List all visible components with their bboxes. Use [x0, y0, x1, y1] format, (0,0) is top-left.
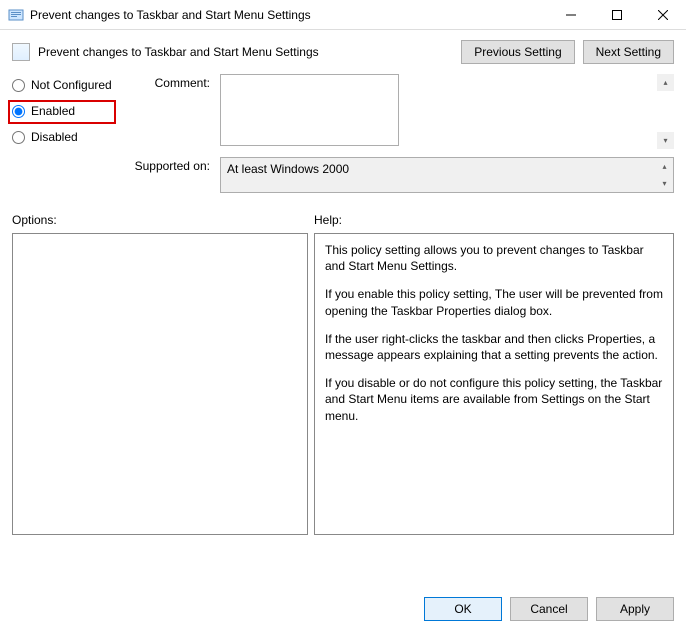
- supported-label: Supported on:: [132, 157, 220, 173]
- radio-not-configured[interactable]: Not Configured: [12, 78, 132, 92]
- window-title: Prevent changes to Taskbar and Start Men…: [30, 8, 548, 22]
- state-radio-group: Not Configured Enabled Disabled: [12, 74, 132, 156]
- radio-disabled[interactable]: Disabled: [12, 130, 132, 144]
- panels-header: Options: Help:: [0, 201, 686, 233]
- options-label: Options:: [12, 213, 314, 227]
- panels: This policy setting allows you to preven…: [0, 233, 686, 535]
- comment-label: Comment:: [132, 74, 220, 90]
- supported-on-value: At least Windows 2000 ▴ ▾: [220, 157, 674, 193]
- setting-icon: [12, 43, 30, 61]
- radio-disabled-input[interactable]: [12, 131, 25, 144]
- help-label: Help:: [314, 213, 674, 227]
- help-paragraph: If the user right-clicks the taskbar and…: [325, 331, 663, 363]
- radio-enabled-label[interactable]: Enabled: [31, 104, 75, 118]
- setting-title: Prevent changes to Taskbar and Start Men…: [38, 45, 461, 59]
- apply-button[interactable]: Apply: [596, 597, 674, 621]
- radio-enabled-input[interactable]: [12, 105, 25, 118]
- nav-buttons: Previous Setting Next Setting: [461, 40, 674, 64]
- supported-on-text: At least Windows 2000: [227, 162, 349, 176]
- config-area: Not Configured Enabled Disabled Comment:…: [0, 70, 686, 201]
- help-panel: This policy setting allows you to preven…: [314, 233, 674, 535]
- cancel-button[interactable]: Cancel: [510, 597, 588, 621]
- help-paragraph: This policy setting allows you to preven…: [325, 242, 663, 274]
- scroll-down-icon: ▾: [656, 175, 673, 192]
- radio-disabled-label[interactable]: Disabled: [31, 130, 78, 144]
- dialog-header: Prevent changes to Taskbar and Start Men…: [0, 30, 686, 70]
- radio-not-configured-input[interactable]: [12, 79, 25, 92]
- options-panel: [12, 233, 308, 535]
- previous-setting-button[interactable]: Previous Setting: [461, 40, 574, 64]
- help-paragraph: If you disable or do not configure this …: [325, 375, 663, 424]
- policy-icon: [8, 7, 24, 23]
- window-controls: [548, 0, 686, 29]
- scroll-down-icon: ▾: [657, 132, 674, 149]
- scroll-up-icon: ▴: [656, 158, 673, 175]
- scroll-up-icon: ▴: [657, 74, 674, 91]
- help-paragraph: If you enable this policy setting, The u…: [325, 286, 663, 318]
- next-setting-button[interactable]: Next Setting: [583, 40, 674, 64]
- dialog-buttons: OK Cancel Apply: [424, 597, 674, 621]
- ok-button[interactable]: OK: [424, 597, 502, 621]
- maximize-button[interactable]: [594, 0, 640, 30]
- radio-not-configured-label[interactable]: Not Configured: [31, 78, 112, 92]
- titlebar: Prevent changes to Taskbar and Start Men…: [0, 0, 686, 30]
- comment-input[interactable]: [220, 74, 399, 146]
- radio-enabled[interactable]: Enabled: [12, 104, 132, 118]
- close-button[interactable]: [640, 0, 686, 30]
- minimize-button[interactable]: [548, 0, 594, 30]
